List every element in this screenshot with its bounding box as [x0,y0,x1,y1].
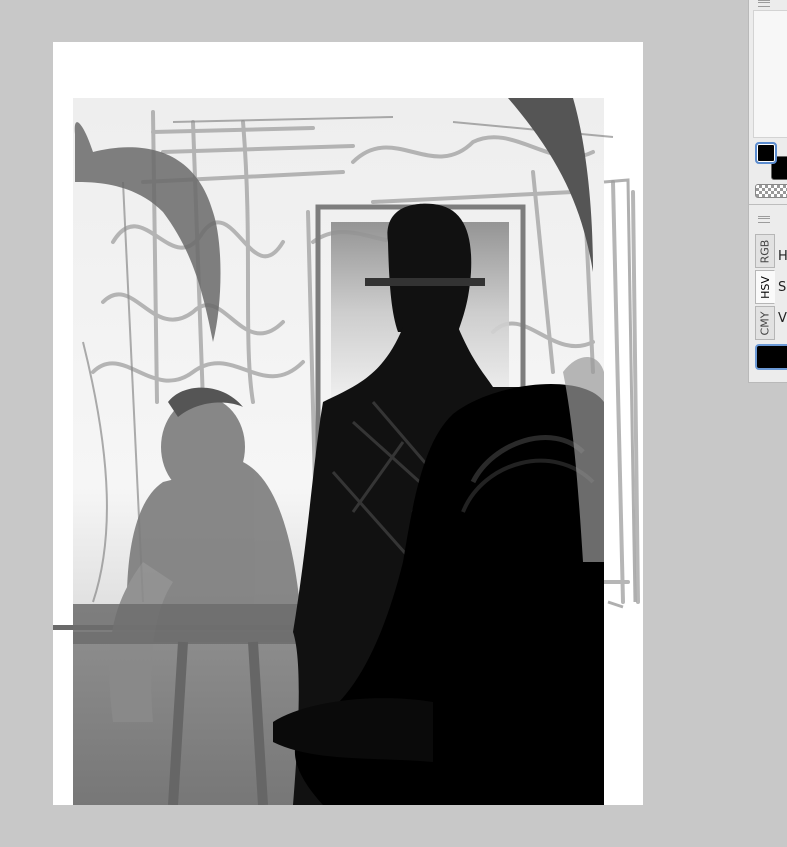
panel-divider [749,204,787,205]
color-palette-area[interactable] [753,10,787,138]
tab-hsv[interactable]: HSV [755,270,775,304]
color-mode-tabs: RGB HSV CMY [755,234,775,342]
tab-cmy[interactable]: CMY [755,306,775,340]
tab-cmy-label: CMY [758,311,772,335]
tab-rgb[interactable]: RGB [755,234,775,268]
tab-hsv-label: HSV [758,275,772,299]
saturation-slider-label: S [778,280,787,295]
hue-slider-label: H [778,249,787,264]
value-slider-label: V [778,311,787,326]
color-panel: RGB HSV CMY H S V [748,0,787,383]
transparent-swatch-icon[interactable] [755,184,787,198]
panel-grip-icon[interactable] [758,0,770,7]
drawing-canvas[interactable] [53,42,643,805]
tab-rgb-label: RGB [758,239,772,263]
foreground-color-swatch[interactable] [755,142,777,164]
panel-grip-icon[interactable] [758,216,770,223]
workspace-background [0,0,787,847]
current-color-swatch[interactable] [755,344,787,370]
artwork-sketch [53,98,640,805]
